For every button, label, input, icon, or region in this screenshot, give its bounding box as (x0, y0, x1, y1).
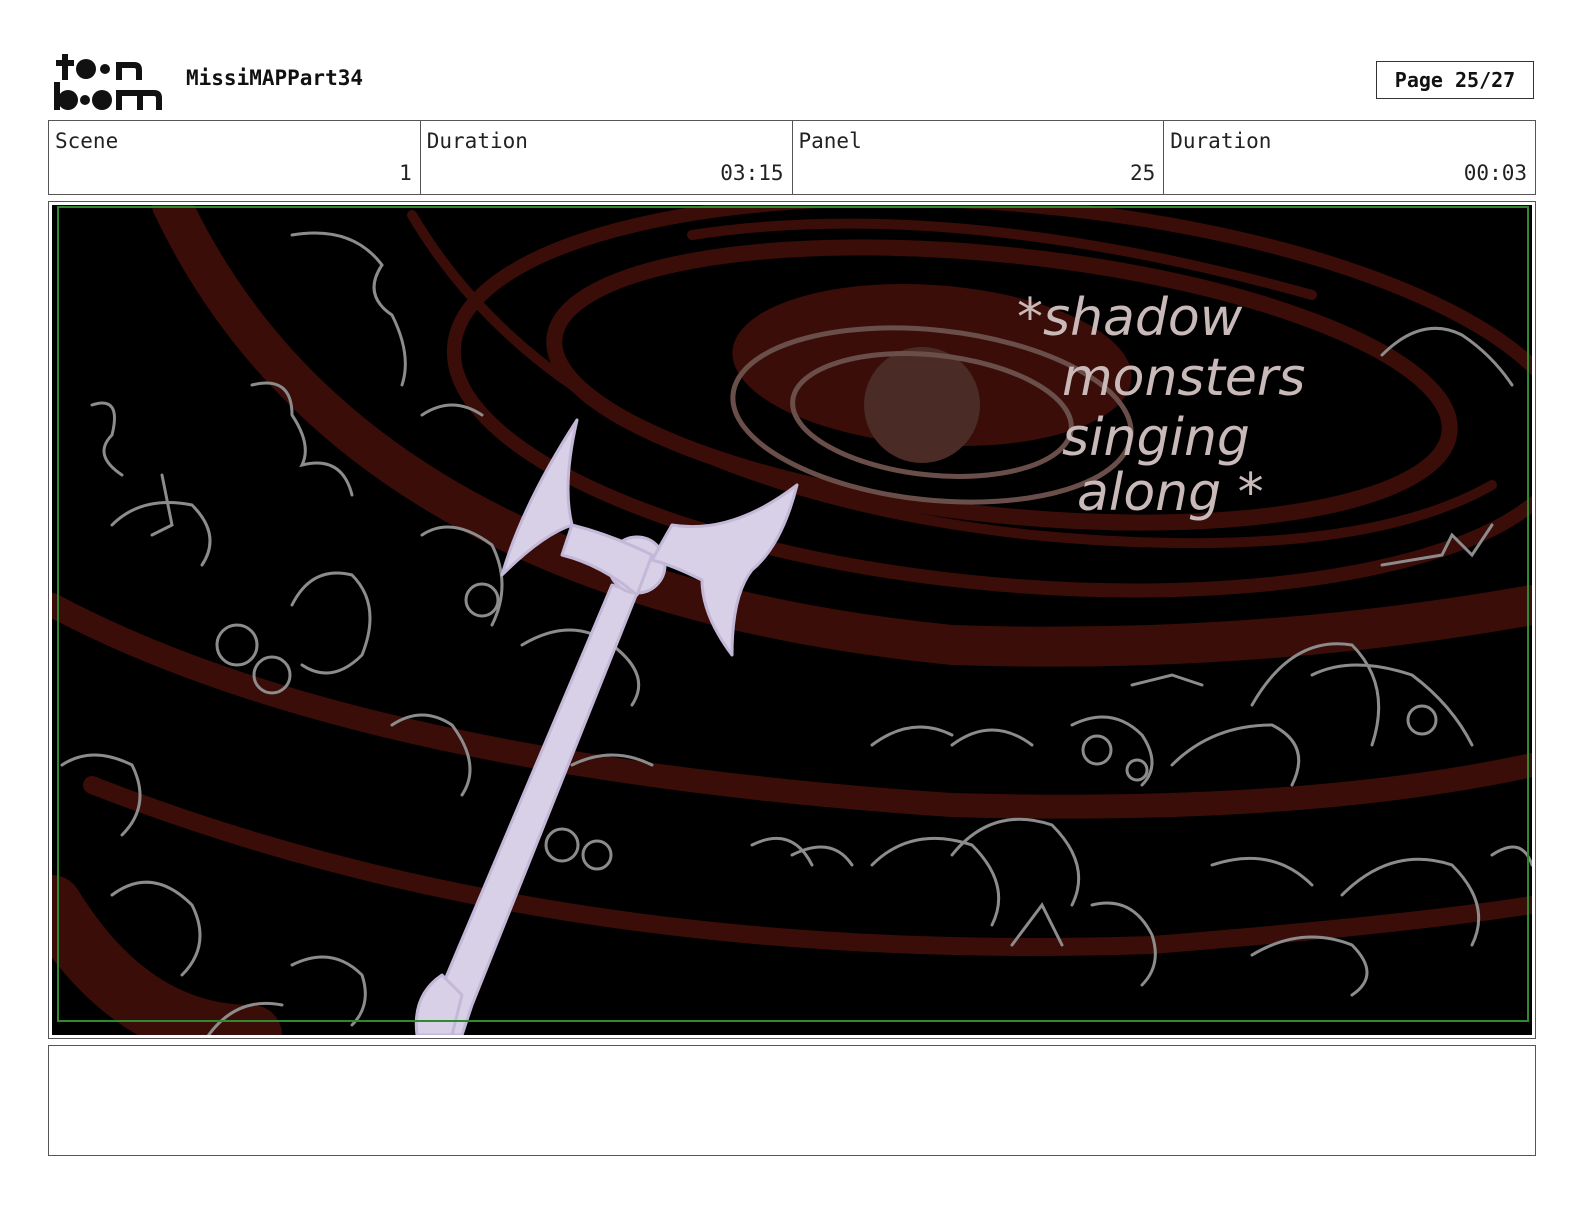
annotation-line-2: monsters (1062, 348, 1305, 408)
scene-cell: Scene 1 (49, 121, 421, 194)
panel-value: 25 (1129, 161, 1156, 185)
scene-duration-value: 03:15 (720, 161, 784, 185)
scene-duration-cell: Duration 03:15 (421, 121, 793, 194)
project-title: MissiMAPPart34 (186, 66, 364, 90)
storyboard-panel-image: *shadow monsters singing along * (52, 205, 1532, 1035)
panel-label: Panel (798, 129, 862, 153)
panel-duration-cell: Duration 00:03 (1164, 121, 1535, 194)
scene-duration-label: Duration (426, 129, 528, 153)
page-indicator: Page 25/27 (1376, 61, 1534, 99)
panel-duration-value: 00:03 (1463, 161, 1527, 185)
panel-notes-box (48, 1045, 1536, 1156)
panel-info-table: Scene 1 Duration 03:15 Panel 25 Duration… (48, 120, 1536, 195)
toonboom-logo (54, 54, 162, 110)
scene-label: Scene (55, 129, 119, 153)
panel-duration-label: Duration (1170, 129, 1272, 153)
annotation-line-1: *shadow (1017, 288, 1243, 348)
panel-cell: Panel 25 (793, 121, 1165, 194)
scene-value: 1 (399, 161, 412, 185)
annotation-line-3: singing (1062, 408, 1250, 468)
annotation-line-4: along * (1077, 463, 1264, 523)
